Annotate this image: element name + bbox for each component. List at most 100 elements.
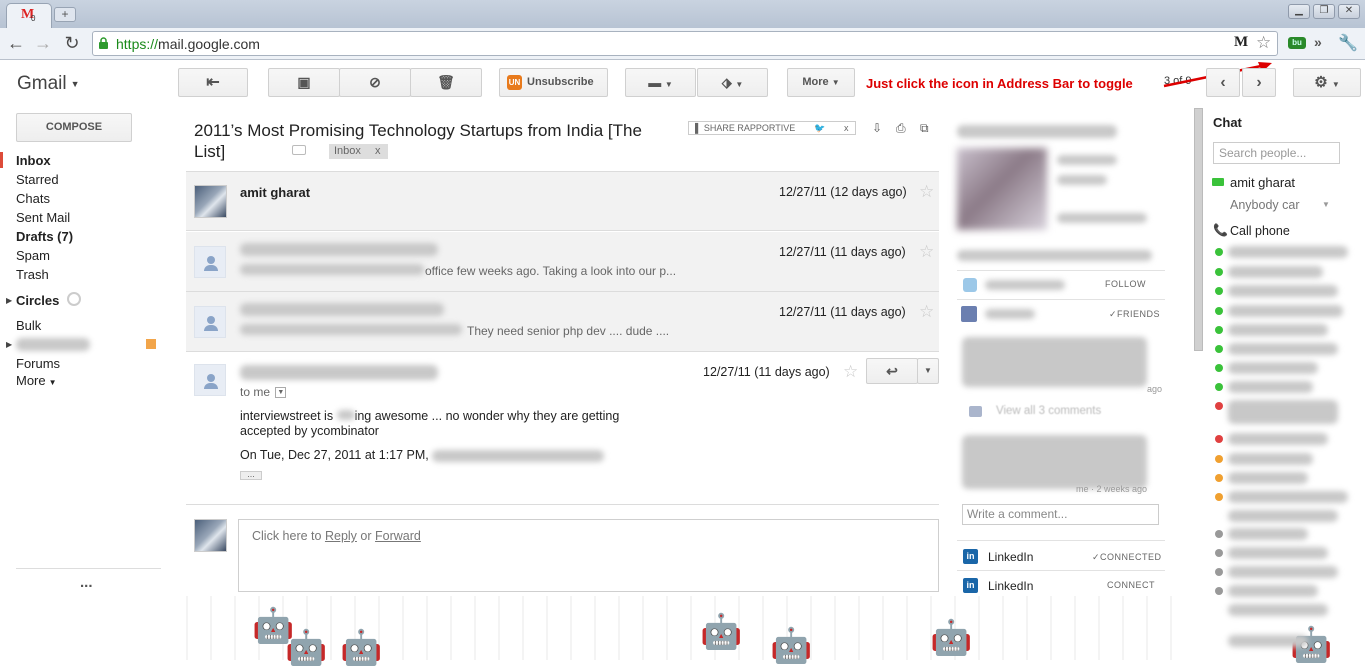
recipient-line[interactable]: to me ▼ <box>240 385 287 399</box>
chat-contact[interactable] <box>1228 400 1338 424</box>
message-row[interactable]: amit gharat 12/27/11 (12 days ago) ☆ <box>186 171 939 231</box>
chat-status-dropdown[interactable]: Anybody car ▼ <box>1230 198 1338 212</box>
expand-triangle-icon[interactable]: ▶ <box>6 340 12 349</box>
online-status-icon <box>1215 307 1223 315</box>
new-window-icon[interactable]: ⧉ <box>920 121 929 136</box>
settings-button[interactable]: ⚙ ▼ <box>1293 68 1361 97</box>
chat-contact[interactable] <box>1228 635 1308 647</box>
sidebar-item-trash[interactable]: Trash <box>16 267 49 282</box>
chat-contact[interactable] <box>1228 246 1348 258</box>
chat-contact[interactable] <box>1228 566 1338 578</box>
star-icon[interactable]: ☆ <box>843 362 858 382</box>
chat-contact[interactable] <box>1228 604 1328 616</box>
more-reply-options-button[interactable]: ▼ <box>917 358 939 384</box>
inbox-selected-marker <box>0 152 3 168</box>
to-label: to me <box>240 385 271 399</box>
chat-contact[interactable] <box>1228 305 1343 317</box>
chat-contact[interactable] <box>1228 491 1348 503</box>
inbox-label-chip[interactable]: Inbox x <box>329 144 388 159</box>
twitter-icon <box>963 278 977 292</box>
show-quoted-text-button[interactable]: ... <box>240 470 262 480</box>
chat-contact[interactable] <box>1228 362 1318 374</box>
chat-contact[interactable] <box>1228 324 1328 336</box>
reload-icon[interactable]: ↻ <box>62 33 82 53</box>
next-conversation-button[interactable]: › <box>1242 68 1276 97</box>
restore-button[interactable]: ❐ <box>1313 4 1335 19</box>
sidebar-item-circles[interactable]: Circles <box>16 293 59 308</box>
chat-self-name[interactable]: amit gharat <box>1230 175 1295 190</box>
chat-contact[interactable] <box>1228 528 1308 540</box>
forward-icon[interactable]: → <box>33 33 53 53</box>
compose-button[interactable]: COMPOSE <box>16 113 132 142</box>
expand-all-icon[interactable]: ⇩ <box>872 121 882 135</box>
sidebar-ellipsis[interactable]: ... <box>80 574 93 591</box>
back-to-inbox-button[interactable]: ⇤ <box>178 68 248 97</box>
more-actions-button[interactable]: More ▼ <box>787 68 855 97</box>
sidebar-item-drafts[interactable]: Drafts (7) <box>16 229 73 244</box>
share-rapportive-widget[interactable]: ▌ SHARE RAPPORTIVE 🐦 x <box>688 121 856 135</box>
url-scheme: https:// <box>116 36 159 52</box>
rp-divider <box>957 540 1165 541</box>
chat-contact[interactable] <box>1228 433 1328 445</box>
sidebar-item-bulk[interactable]: Bulk <box>16 318 41 333</box>
move-to-button[interactable]: ▬ ▼ <box>625 68 696 97</box>
minimize-button[interactable]: ▁ <box>1288 4 1310 19</box>
sidebar-item-starred[interactable]: Starred <box>16 172 59 187</box>
sidebar-more-link[interactable]: More ▼ <box>16 373 57 388</box>
sidebar-item-inbox[interactable]: Inbox <box>16 153 51 168</box>
chat-contact[interactable] <box>1228 266 1323 278</box>
chat-contact[interactable] <box>1228 585 1318 597</box>
chat-contact[interactable] <box>1228 510 1338 522</box>
sidebar-item-spam[interactable]: Spam <box>16 248 50 263</box>
twitter-icon[interactable]: 🐦 <box>814 122 825 134</box>
close-icon[interactable]: x <box>844 122 849 134</box>
message-row[interactable]: They need senior php dev .... dude .... … <box>186 292 939 352</box>
report-spam-button[interactable]: ⊘ <box>339 68 411 97</box>
previous-conversation-button[interactable]: ‹ <box>1206 68 1240 97</box>
unsubscribe-button[interactable]: UN Unsubscribe <box>499 68 608 97</box>
chat-contact[interactable] <box>1228 343 1338 355</box>
reply-button[interactable]: ↩ <box>866 358 918 384</box>
forward-link[interactable]: Forward <box>375 529 421 543</box>
gmail-app-switcher[interactable]: Gmail ▼ <box>17 73 80 95</box>
star-icon[interactable]: ☆ <box>919 242 934 262</box>
message-row[interactable]: office few weeks ago. Taking a look into… <box>186 232 939 292</box>
label-chip-remove[interactable]: x <box>375 144 381 159</box>
archive-button[interactable]: ▣ <box>268 68 340 97</box>
delete-button[interactable]: 🗑 <box>410 68 482 97</box>
extension-toggle-icon[interactable]: bu <box>1288 37 1306 49</box>
print-icon[interactable]: ⎙ <box>896 121 906 136</box>
view-all-comments-link[interactable]: View all 3 comments <box>996 405 1101 417</box>
sidebar-item-chats[interactable]: Chats <box>16 191 50 206</box>
wrench-icon[interactable]: 🔧 <box>1338 33 1358 53</box>
chat-contact[interactable] <box>1228 381 1313 393</box>
sidebar-item-forums[interactable]: Forums <box>16 356 60 371</box>
connect-button[interactable]: CONNECT <box>1107 580 1155 590</box>
close-window-button[interactable]: ✕ <box>1338 4 1360 19</box>
new-tab-button[interactable]: + <box>54 7 76 22</box>
rapportive-scrollbar[interactable] <box>1194 108 1203 351</box>
overflow-chevron-icon[interactable]: » <box>1314 34 1322 50</box>
show-details-icon[interactable]: ▼ <box>275 387 287 399</box>
bookmark-star-icon[interactable]: ☆ <box>1256 33 1271 53</box>
address-bar[interactable]: https://mail.google.com M ☆ <box>92 31 1278 56</box>
follow-button[interactable]: FOLLOW <box>1105 279 1146 289</box>
gmail-extension-icon[interactable]: M <box>1234 34 1248 51</box>
chat-contact[interactable] <box>1228 285 1338 297</box>
call-phone-link[interactable]: Call phone <box>1230 224 1290 238</box>
expand-triangle-icon[interactable]: ▶ <box>6 296 12 305</box>
back-icon[interactable]: ← <box>6 33 26 53</box>
comment-input[interactable]: Write a comment... <box>962 504 1159 525</box>
chat-contact[interactable] <box>1228 472 1308 484</box>
reply-link[interactable]: Reply <box>325 529 357 543</box>
labels-button[interactable]: ⬗ ▼ <box>697 68 768 97</box>
chat-contact[interactable] <box>1228 453 1313 465</box>
star-icon[interactable]: ☆ <box>919 302 934 322</box>
star-icon[interactable]: ☆ <box>919 182 934 202</box>
expanded-message: to me ▼ 12/27/11 (11 days ago) ☆ ↩ ▼ int… <box>186 352 939 505</box>
gmail-tab[interactable]: M 0 <box>6 3 52 28</box>
chat-search-input[interactable]: Search people... <box>1213 142 1340 164</box>
reply-box[interactable]: Click here to Reply or Forward <box>238 519 939 592</box>
chat-contact[interactable] <box>1228 547 1328 559</box>
sidebar-item-sent-mail[interactable]: Sent Mail <box>16 210 70 225</box>
